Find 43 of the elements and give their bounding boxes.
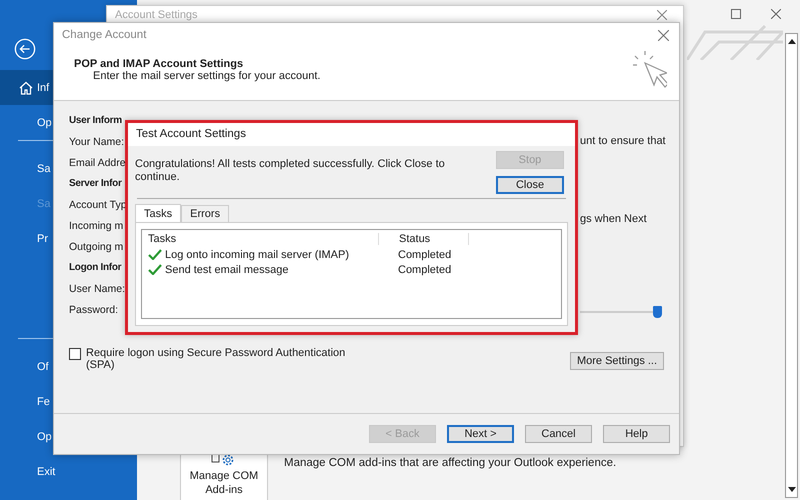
slider-thumb[interactable] [653, 306, 662, 318]
scrollbar[interactable] [785, 33, 798, 498]
scroll-up-icon[interactable] [788, 38, 796, 44]
field-label: Your Name: [69, 135, 124, 149]
field-label: Incoming m [69, 219, 124, 233]
dialog-button[interactable]: Close [496, 176, 564, 194]
section-heading: Server Infor [69, 177, 122, 191]
dialog-button[interactable]: Cancel [525, 425, 592, 443]
scroll-down-icon[interactable] [788, 487, 796, 493]
dialog-button[interactable]: Next > [447, 425, 514, 443]
section-heading: User Inform [69, 114, 122, 128]
tab[interactable]: Errors [181, 205, 230, 222]
task-status: Completed [397, 248, 452, 260]
sidebar-item[interactable]: Exit [0, 454, 137, 489]
description-text: unt to ensure that [580, 135, 666, 147]
dialog-title: Test Account Settings [136, 128, 246, 140]
checkbox[interactable] [69, 348, 81, 360]
close-icon[interactable] [657, 10, 667, 20]
more-settings-button[interactable]: More Settings ... [570, 352, 664, 370]
dialog-button[interactable]: Help [603, 425, 670, 443]
maximize-icon[interactable] [731, 9, 741, 19]
window-title: Account Settings [115, 9, 198, 21]
dialog-heading: POP and IMAP Account Settings [74, 58, 244, 70]
addin-description: Manage COM add-ins that are affecting your Outlook experience. [284, 457, 616, 469]
status-message: Congratulations! All tests completed successfully. Click Close to continue. [135, 157, 446, 185]
checkbox-label: Require logon using Secure Password Authentication (SPA) [86, 347, 346, 371]
home-icon [18, 80, 34, 96]
field-label: Password: [69, 303, 118, 317]
field-label: Outgoing m [69, 240, 124, 254]
column-header: Tasks [142, 232, 379, 244]
task-name: Send test email message [165, 264, 289, 276]
field-label: User Name: [69, 282, 126, 296]
section-heading: Logon Infor [69, 261, 122, 275]
task-name: Log onto incoming mail server (IMAP) [165, 248, 350, 260]
dialog-title: Change Account [62, 29, 146, 41]
task-status: Completed [397, 264, 452, 276]
close-icon[interactable] [658, 30, 669, 40]
description-text: gs when Next [580, 213, 647, 225]
close-icon[interactable] [771, 9, 781, 19]
field-label: Email Addre [69, 156, 126, 170]
column-header: Status [379, 232, 469, 244]
dialog-subheading: Enter the mail server settings for your account. [92, 70, 320, 82]
tab[interactable]: Tasks [135, 204, 182, 222]
